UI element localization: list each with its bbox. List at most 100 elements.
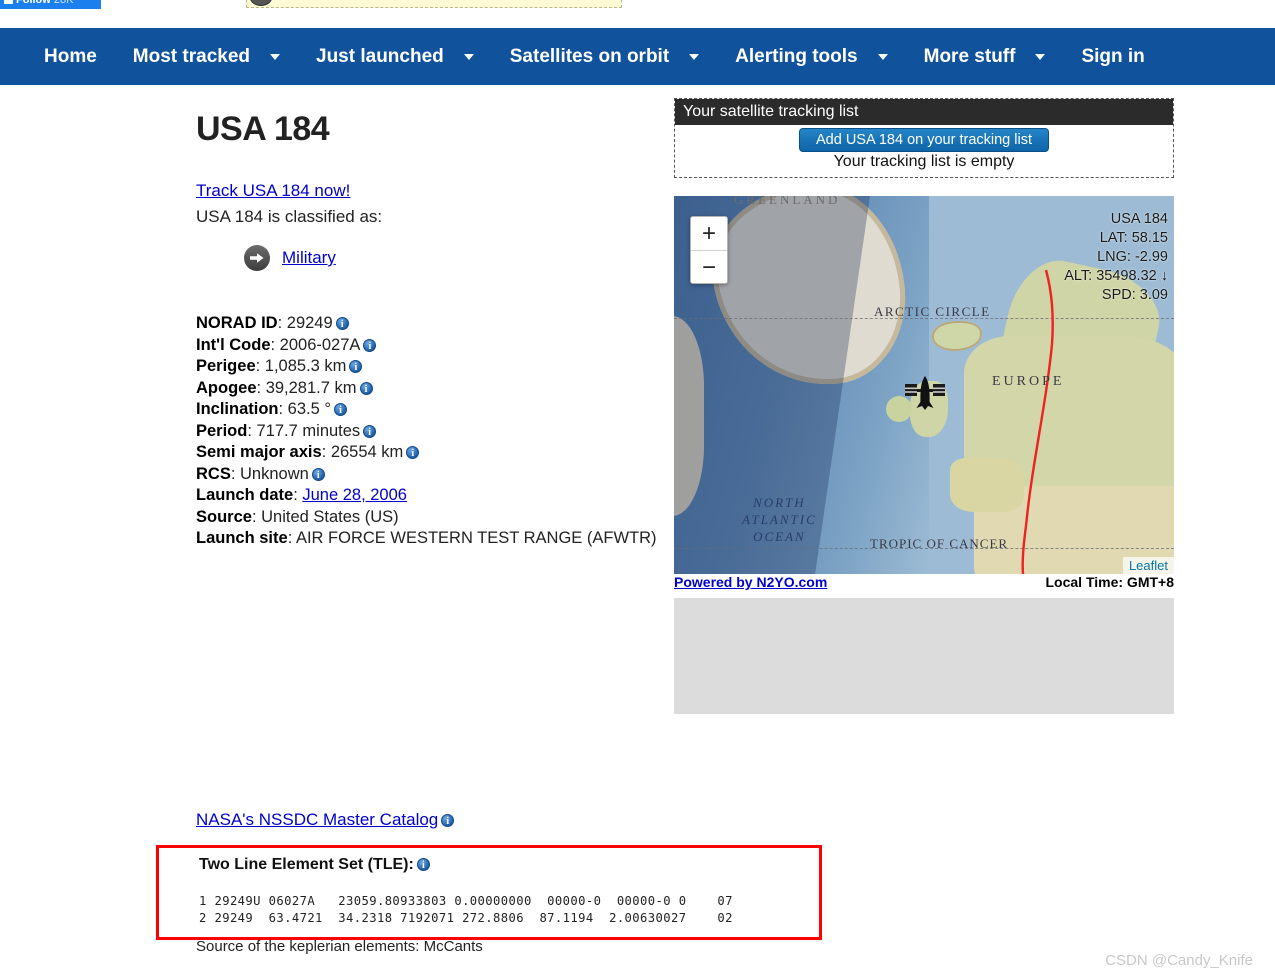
fact-colon: :: [278, 400, 288, 418]
fact-label: Source: [196, 507, 252, 526]
follow-count: 28K: [53, 0, 74, 6]
fact-value: 63.5 °: [287, 400, 331, 418]
fact-label: Launch site: [196, 529, 288, 547]
info-icon[interactable]: i: [311, 467, 325, 481]
tle-title: Two Line Element Set (TLE): i: [199, 856, 430, 874]
info-icon[interactable]: i: [406, 446, 420, 459]
nav-label: Alerting tools: [735, 45, 858, 67]
tle-line-2: 2 29249 63.4721 34.2318 7192071 272.8806…: [199, 911, 733, 925]
nav-item-most-tracked[interactable]: Most tracked: [115, 46, 298, 68]
fact-value: United States (US): [261, 507, 399, 526]
info-icon[interactable]: i: [416, 858, 430, 871]
nav-item-sign-in[interactable]: Sign in: [1063, 46, 1162, 68]
fact-colon: :: [287, 529, 296, 547]
chevron-down-icon: [877, 53, 888, 60]
arrow-right-icon: [244, 245, 270, 271]
powered-by-link[interactable]: Powered by N2YO.com: [674, 574, 827, 590]
chevron-down-icon: [689, 53, 700, 60]
fact-colon: :: [277, 314, 287, 332]
nav-item-just-launched[interactable]: Just launched: [298, 46, 492, 68]
fact-colon: :: [293, 486, 303, 504]
info-icon[interactable]: i: [335, 317, 349, 330]
fact-value: 39,281.7 km: [265, 378, 357, 397]
fact-colon: :: [230, 464, 241, 483]
fact-value: 26554 km: [330, 443, 404, 461]
watermark: CSDN @Candy_Knife: [1105, 952, 1253, 969]
leaflet-attribution[interactable]: Leaflet: [1122, 557, 1174, 574]
fact-inclination: Inclination: 63.5 ° i: [196, 399, 666, 421]
info-icon[interactable]: i: [441, 814, 455, 827]
add-to-tracking-list-button[interactable]: Add USA 184 on your tracking list: [798, 128, 1049, 152]
page-title: USA 184: [196, 110, 330, 148]
fact-value: 29249: [286, 314, 333, 332]
zoom-out-button[interactable]: −: [691, 250, 727, 283]
chevron-down-icon: [270, 53, 280, 60]
fact-apogee: Apogee: 39,281.7 km i: [196, 378, 666, 400]
nav-item-satellites-on-orbit[interactable]: Satellites on orbit: [492, 46, 717, 68]
nav-label: Satellites on orbit: [509, 45, 670, 67]
fact-colon: :: [270, 335, 280, 354]
fact-colon: :: [247, 421, 257, 440]
track-now-link[interactable]: Track USA 184 now!: [196, 181, 666, 201]
fact-colon: :: [256, 378, 266, 397]
fact-label: Int'l Code: [196, 335, 271, 354]
nav-item-home[interactable]: Home: [26, 46, 115, 68]
fact-rcs: RCS: Unknown i: [196, 464, 666, 486]
info-icon[interactable]: i: [333, 403, 347, 416]
satellite-telemetry-overlay: USA 184 LAT: 58.15 LNG: -2.99 ALT: 35498…: [1064, 210, 1168, 305]
nav-label: More stuff: [923, 45, 1016, 67]
telemetry-name: USA 184: [1110, 211, 1168, 227]
chevron-down-icon: [1035, 53, 1046, 60]
fact-label: Perigee: [196, 357, 256, 375]
telemetry-lng: LNG: -2.99: [1097, 249, 1168, 265]
info-icon[interactable]: i: [363, 338, 377, 352]
info-icon[interactable]: i: [359, 381, 373, 395]
follow-label: Follow: [16, 0, 51, 6]
fact-value: 717.7 minutes: [256, 421, 361, 440]
fact-period: Period: 717.7 minutes i: [196, 421, 666, 443]
fact-perigee: Perigee: 1,085.3 km i: [196, 356, 666, 378]
telemetry-spd: SPD: 3.09: [1101, 287, 1168, 303]
zoom-in-button[interactable]: +: [691, 217, 727, 250]
fact-label: Apogee: [196, 378, 257, 397]
tle-highlight-box: Two Line Element Set (TLE): i 1 29249U 06…: [156, 845, 822, 940]
top-strip: Follow 28K: [0, 0, 1275, 10]
twitter-follow-button[interactable]: Follow 28K: [0, 0, 101, 9]
nssdc-link-text: NASA's NSSDC Master Catalog: [196, 810, 439, 829]
satellite-facts-list: NORAD ID: 29249 i Int'l Code: 2006-027A i …: [196, 313, 666, 550]
telemetry-alt: ALT: 35498.32 ↓: [1064, 268, 1168, 284]
fact-intl-code: Int'l Code: 2006-027A i: [196, 335, 666, 357]
fact-label: Period: [196, 421, 248, 440]
launch-date-link[interactable]: June 28, 2006: [302, 486, 407, 504]
tracking-list-empty-message: Your tracking list is empty: [833, 153, 1015, 170]
tracking-list-panel: Your satellite tracking list Add USA 184…: [674, 98, 1174, 178]
tle-data: 1 29249U 06027A 23059.80933803 0.0000000…: [199, 893, 733, 927]
info-icon[interactable]: i: [349, 360, 363, 373]
info-icon[interactable]: i: [363, 424, 377, 438]
tle-line-1: 1 29249U 06027A 23059.80933803 0.0000000…: [199, 894, 733, 908]
fact-value: AIR FORCE WESTERN TEST RANGE (AFWTR): [295, 529, 657, 547]
fact-launch-date: Launch date: June 28, 2006: [196, 485, 666, 507]
tle-title-text: Two Line Element Set (TLE):: [199, 856, 414, 873]
fact-semi-major-axis: Semi major axis: 26554 km i: [196, 442, 666, 464]
fact-launch-site: Launch site: AIR FORCE WESTERN TEST RANG…: [196, 528, 666, 550]
nssdc-catalog-link[interactable]: NASA's NSSDC Master Catalog i: [196, 810, 455, 830]
fact-label: Semi major axis: [196, 443, 322, 461]
nav-item-more-stuff[interactable]: More stuff: [906, 46, 1064, 68]
tracking-list-header: Your satellite tracking list: [675, 99, 1173, 125]
fact-norad-id: NORAD ID: 29249 i: [196, 313, 666, 335]
chevron-down-icon: [463, 53, 474, 60]
nav-label: Home: [44, 45, 97, 67]
map-zoom-controls: + −: [690, 216, 728, 284]
nav-item-alerting-tools[interactable]: Alerting tools: [717, 46, 905, 68]
tracking-list-body: Add USA 184 on your tracking list Your t…: [675, 125, 1173, 171]
map-footer: Powered by N2YO.com Local Time: GMT+8: [674, 574, 1174, 594]
satellite-marker-icon[interactable]: [902, 374, 948, 417]
cookie-notice-bar[interactable]: [246, 0, 622, 8]
advertisement-placeholder: [674, 598, 1174, 714]
telemetry-lat: LAT: 58.15: [1099, 230, 1168, 246]
satellite-map[interactable]: GREENLAND ARCTIC CIRCLE EUROPE NORTH ATLA…: [674, 196, 1174, 574]
classification-link[interactable]: Military: [282, 248, 336, 268]
leaflet-link[interactable]: Leaflet: [1129, 558, 1168, 573]
fact-label: Launch date: [196, 486, 294, 504]
